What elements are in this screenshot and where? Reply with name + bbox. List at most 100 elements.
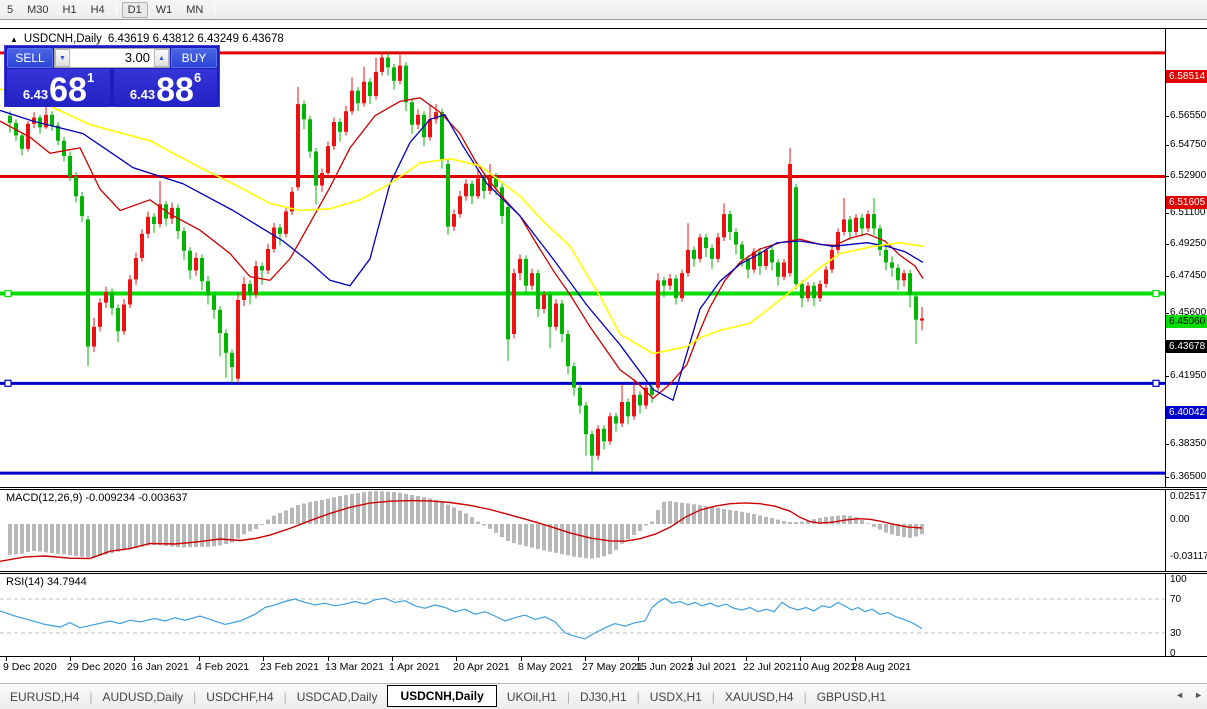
tab-xauusd-h4[interactable]: XAUUSD,H4 xyxy=(715,687,804,707)
hline-price-badge: 6.58514 xyxy=(1166,70,1207,83)
price-tick xyxy=(1165,116,1169,117)
date-label: 15 Jun 2021 xyxy=(635,661,693,673)
date-label: 29 Dec 2020 xyxy=(67,661,127,673)
price-tick-label: 6.38350 xyxy=(1170,438,1206,449)
date-label: 23 Feb 2021 xyxy=(260,661,319,673)
chart-title: ▲ USDCNH,Daily 6.43619 6.43812 6.43249 6… xyxy=(10,33,284,45)
toolbar-separator xyxy=(214,3,215,17)
timeframe-m30[interactable]: M30 xyxy=(21,2,54,18)
price-tick xyxy=(1165,244,1169,245)
timeframe-w1[interactable]: W1 xyxy=(150,2,179,18)
date-label: 10 Aug 2021 xyxy=(797,661,856,673)
date-label: 9 Dec 2020 xyxy=(3,661,57,673)
macd-axis: 0.02517 0.00 -0.03117 xyxy=(1165,490,1207,571)
price-tick-label: 6.47450 xyxy=(1170,270,1206,281)
sell-price-prefix: 6.43 xyxy=(23,87,48,102)
tabs-scroll-left-icon[interactable]: ◄ xyxy=(1175,690,1184,700)
sell-button[interactable]: SELL xyxy=(7,48,53,68)
tab-dj30-h1[interactable]: DJ30,H1 xyxy=(570,687,637,707)
current-price-badge: 6.43678 xyxy=(1166,340,1207,353)
macd-axis-label: -0.03117 xyxy=(1170,551,1207,562)
date-label: 20 Apr 2021 xyxy=(453,661,510,673)
price-tick xyxy=(1165,213,1169,214)
hline-price-badge: 6.40042 xyxy=(1166,406,1207,419)
macd-pane[interactable]: MACD(12,26,9) -0.009234 -0.003637 xyxy=(0,490,1165,571)
time-axis[interactable]: 9 Dec 2020 29 Dec 2020 16 Jan 2021 4 Feb 20… xyxy=(0,657,1207,679)
rsi-indicator xyxy=(0,574,1165,656)
price-tick xyxy=(1165,477,1169,478)
tab-audusd-daily[interactable]: AUDUSD,Daily xyxy=(92,687,193,707)
tab-gbpusd-h1[interactable]: GBPUSD,H1 xyxy=(807,687,896,707)
volume-decrease-icon[interactable]: ▼ xyxy=(55,49,70,67)
collapse-objects-icon[interactable]: ▲ xyxy=(10,35,18,44)
date-label: 13 Mar 2021 xyxy=(325,661,384,673)
rsi-label: RSI(14) 34.7944 xyxy=(6,576,87,588)
date-label: 1 Apr 2021 xyxy=(389,661,440,673)
price-tick-label: 6.54750 xyxy=(1170,139,1206,150)
price-tick-label: 6.52900 xyxy=(1170,170,1206,181)
rsi-axis: 10070300 xyxy=(1165,574,1207,656)
price-tick xyxy=(1165,276,1169,277)
hline-price-badge: 6.45060 xyxy=(1166,315,1207,328)
volume-field[interactable]: 3.00 xyxy=(70,49,154,67)
hline-price-badge: 6.51605 xyxy=(1166,196,1207,209)
macd-axis-label: 0.00 xyxy=(1170,514,1189,525)
candles-layer xyxy=(8,53,924,473)
hline-handle xyxy=(5,291,11,297)
sell-price-display[interactable]: 6.43 68 1 xyxy=(7,69,110,107)
tab-usdchf-h4[interactable]: USDCHF,H4 xyxy=(196,687,283,707)
rsi-axis-label: 70 xyxy=(1170,594,1181,605)
macd-signal-line xyxy=(0,501,922,562)
price-tick xyxy=(1165,176,1169,177)
date-label: 22 Jul 2021 xyxy=(743,661,797,673)
ohlc-quote-label: 6.43619 6.43812 6.43249 6.43678 xyxy=(108,33,284,45)
timeframe-h1[interactable]: H1 xyxy=(57,2,83,18)
tab-scroll-controls: ◄► xyxy=(1175,690,1203,700)
buy-price-display[interactable]: 6.43 88 6 xyxy=(114,69,217,107)
volume-increase-icon[interactable]: ▲ xyxy=(154,49,169,67)
volume-spinner: ▼ 3.00 ▲ xyxy=(54,48,170,68)
price-tick xyxy=(1165,313,1169,314)
tab-ukoil-h1[interactable]: UKOil,H1 xyxy=(497,687,567,707)
date-label: 16 Jan 2021 xyxy=(131,661,189,673)
rsi-pane[interactable]: RSI(14) 34.7944 xyxy=(0,574,1165,656)
buy-price-prefix: 6.43 xyxy=(130,87,155,102)
hline-handle xyxy=(1153,380,1159,386)
chart-window[interactable]: ▲ USDCNH,Daily 6.43619 6.43812 6.43249 6… xyxy=(0,28,1207,678)
date-label: 28 Aug 2021 xyxy=(852,661,911,673)
buy-button[interactable]: BUY xyxy=(171,48,217,68)
timeframe-d1[interactable]: D1 xyxy=(122,2,148,18)
price-tick-label: 6.36500 xyxy=(1170,471,1206,482)
price-tick-label: 6.49250 xyxy=(1170,238,1206,249)
timeframe-h4[interactable]: H4 xyxy=(85,2,111,18)
main-chart-pane[interactable]: ▲ USDCNH,Daily 6.43619 6.43812 6.43249 6… xyxy=(0,29,1165,487)
price-axis[interactable]: 6.565506.547506.529006.511006.492506.474… xyxy=(1165,29,1207,487)
rsi-axis-label: 100 xyxy=(1170,574,1187,585)
macd-label: MACD(12,26,9) -0.009234 -0.003637 xyxy=(6,492,188,504)
sell-price-main: 68 xyxy=(49,75,87,105)
ma-slow-yellow xyxy=(0,89,923,354)
hline-handle xyxy=(1153,291,1159,297)
one-click-trade-panel: SELL ▼ 3.00 ▲ BUY 6.43 68 1 6.43 88 6 xyxy=(4,45,220,107)
price-tick xyxy=(1165,145,1169,146)
macd-axis-label: 0.02517 xyxy=(1170,491,1206,502)
timeframe-toolbar: 5M30H1H4 D1W1MN xyxy=(0,0,1207,20)
tab-usdx-h1[interactable]: USDX,H1 xyxy=(640,687,712,707)
buy-price-main: 88 xyxy=(156,75,194,105)
toolbar-separator xyxy=(116,3,117,17)
timeframe-5[interactable]: 5 xyxy=(1,2,19,18)
date-label: 27 May 2021 xyxy=(582,661,643,673)
symbol-period-label: USDCNH,Daily xyxy=(24,33,102,45)
tabs-scroll-right-icon[interactable]: ► xyxy=(1194,690,1203,700)
price-tick xyxy=(1165,444,1169,445)
price-tick-label: 6.41950 xyxy=(1170,370,1206,381)
timeframe-mn[interactable]: MN xyxy=(180,2,209,18)
tab-eurusd-h4[interactable]: EURUSD,H4 xyxy=(0,687,89,707)
hline-handle xyxy=(5,380,11,386)
tab-usdcad-daily[interactable]: USDCAD,Daily xyxy=(287,687,388,707)
tab-usdcnh-daily[interactable]: USDCNH,Daily xyxy=(387,685,496,707)
date-label: 4 Feb 2021 xyxy=(196,661,249,673)
rsi-line xyxy=(0,598,922,639)
rsi-axis-label: 30 xyxy=(1170,628,1181,639)
price-tick-label: 6.56550 xyxy=(1170,110,1206,121)
